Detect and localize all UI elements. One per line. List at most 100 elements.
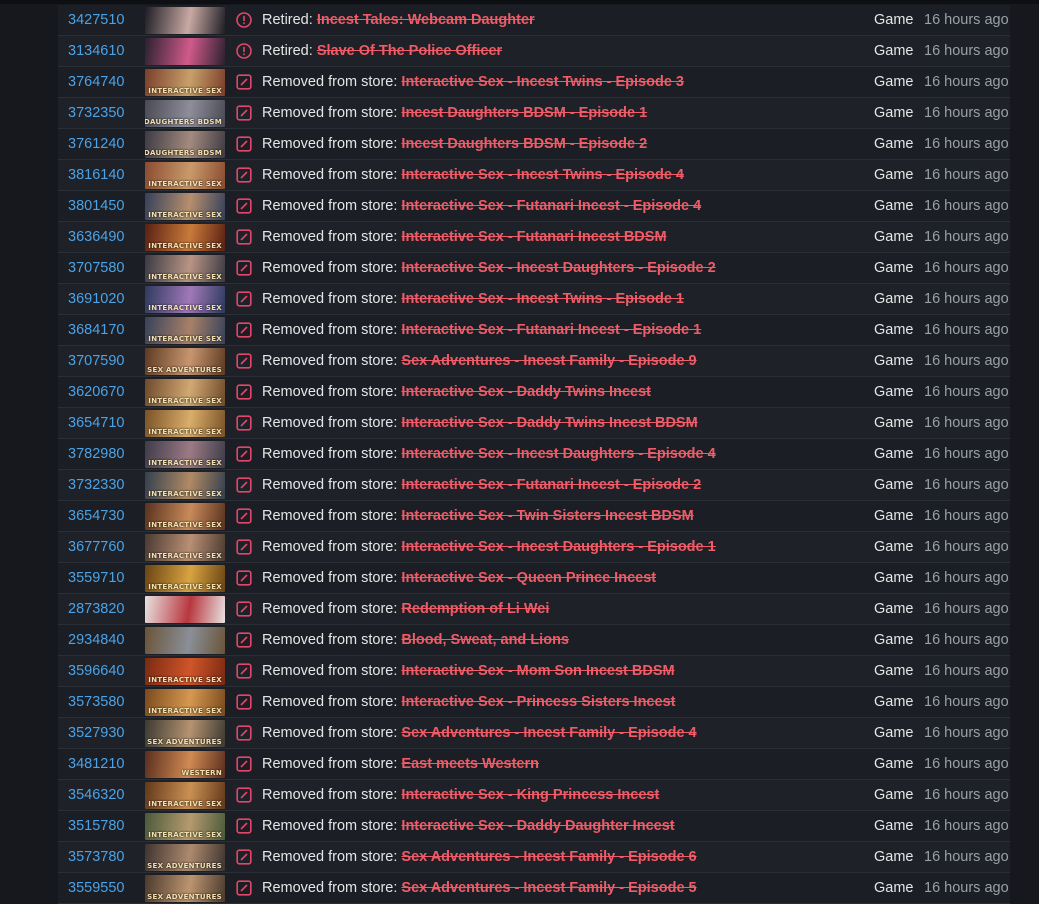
game-name-link[interactable]: Sex Adventures - Incest Family - Episode…	[401, 353, 696, 369]
game-thumbnail[interactable]: SEX ADVENTURES	[145, 720, 225, 747]
timestamp: 16 hours ago	[924, 539, 1009, 555]
app-id-link[interactable]: 3782980	[68, 439, 144, 469]
app-id-link[interactable]: 3654730	[68, 501, 144, 531]
game-thumbnail[interactable]: INTERACTIVE SEX	[145, 689, 225, 716]
game-thumbnail[interactable]: INTERACTIVE SEX	[145, 472, 225, 499]
app-id-link[interactable]: 3764740	[68, 67, 144, 97]
game-name-link[interactable]: Interactive Sex - Incest Daughters - Epi…	[401, 260, 715, 276]
game-thumbnail[interactable]	[145, 7, 225, 34]
game-name-link[interactable]: Interactive Sex - Daddy Daughter Incest	[401, 818, 674, 834]
game-thumbnail[interactable]: SEX ADVENTURES	[145, 875, 225, 902]
game-name-link[interactable]: Redemption of Li Wei	[401, 601, 549, 617]
game-thumbnail[interactable]: SEX ADVENTURES	[145, 844, 225, 871]
thumbnail-caption: INTERACTIVE SEX	[148, 335, 222, 343]
game-name-link[interactable]: Interactive Sex - Daddy Twins Incest BDS…	[401, 415, 697, 431]
game-thumbnail[interactable]: INTERACTIVE SEX	[145, 813, 225, 840]
game-name-link[interactable]: Interactive Sex - Twin Sisters Incest BD…	[401, 508, 693, 524]
game-thumbnail[interactable]: INTERACTIVE SEX	[145, 379, 225, 406]
game-thumbnail[interactable]: INCEST DAUGHTERS BDSM	[145, 131, 225, 158]
game-thumbnail[interactable]: INTERACTIVE SEX	[145, 565, 225, 592]
change-description: Removed from store: Incest Daughters BDS…	[262, 98, 862, 128]
game-name-link[interactable]: Interactive Sex - Incest Daughters - Epi…	[401, 446, 715, 462]
app-id-link[interactable]: 2873820	[68, 594, 144, 624]
game-name-link[interactable]: Interactive Sex - Incest Twins - Episode…	[401, 291, 684, 307]
game-name-link[interactable]: Interactive Sex - Princess Sisters Inces…	[401, 694, 675, 710]
game-name-link[interactable]: Interactive Sex - Futanari Incest BDSM	[401, 229, 666, 245]
app-type: Game	[874, 43, 914, 59]
game-thumbnail[interactable]: WESTERN	[145, 751, 225, 778]
game-name-link[interactable]: Interactive Sex - Incest Twins - Episode…	[401, 74, 684, 90]
thumbnail-caption: WESTERN	[181, 769, 222, 777]
app-id-link[interactable]: 3654710	[68, 408, 144, 438]
game-name-link[interactable]: Interactive Sex - Queen Prince Incest	[401, 570, 656, 586]
game-name-link[interactable]: Incest Tales: Webcam Daughter	[317, 12, 535, 28]
app-id-link[interactable]: 3515780	[68, 811, 144, 841]
game-thumbnail[interactable]	[145, 38, 225, 65]
game-thumbnail[interactable]: INTERACTIVE SEX	[145, 224, 225, 251]
game-name-link[interactable]: Sex Adventures - Incest Family - Episode…	[401, 725, 696, 741]
game-name-link[interactable]: Interactive Sex - Futanari Incest - Epis…	[401, 322, 701, 338]
game-thumbnail[interactable]: INTERACTIVE SEX	[145, 534, 225, 561]
game-thumbnail[interactable]: INTERACTIVE SEX	[145, 782, 225, 809]
game-name-link[interactable]: Blood, Sweat, and Lions	[401, 632, 569, 648]
game-name-link[interactable]: Interactive Sex - Futanari Incest - Epis…	[401, 198, 701, 214]
app-id-link[interactable]: 3620670	[68, 377, 144, 407]
app-id-link[interactable]: 3761240	[68, 129, 144, 159]
game-name-link[interactable]: Incest Daughters BDSM - Episode 1	[401, 105, 647, 121]
app-id-link[interactable]: 3732350	[68, 98, 144, 128]
game-name-link[interactable]: Interactive Sex - Futanari Incest - Epis…	[401, 477, 701, 493]
game-thumbnail[interactable]	[145, 596, 225, 623]
app-id-link[interactable]: 3573580	[68, 687, 144, 717]
game-name-link[interactable]: Slave Of The Police Officer	[317, 43, 502, 59]
app-id-link[interactable]: 3691020	[68, 284, 144, 314]
app-id-link[interactable]: 3527930	[68, 718, 144, 748]
game-thumbnail[interactable]: INTERACTIVE SEX	[145, 193, 225, 220]
game-thumbnail[interactable]: INTERACTIVE SEX	[145, 255, 225, 282]
game-name-link[interactable]: Sex Adventures - Incest Family - Episode…	[401, 880, 696, 896]
game-thumbnail[interactable]: INTERACTIVE SEX	[145, 69, 225, 96]
app-id-link[interactable]: 3707590	[68, 346, 144, 376]
app-id-link[interactable]: 3677760	[68, 532, 144, 562]
game-name-link[interactable]: Interactive Sex - Incest Daughters - Epi…	[401, 539, 715, 555]
game-name-link[interactable]: East meets Western	[401, 756, 539, 772]
game-name-link[interactable]: Incest Daughters BDSM - Episode 2	[401, 136, 647, 152]
game-thumbnail[interactable]: INTERACTIVE SEX	[145, 162, 225, 189]
timestamp: 16 hours ago	[924, 632, 1009, 648]
app-id-link[interactable]: 3559710	[68, 563, 144, 593]
app-id-link[interactable]: 3546320	[68, 780, 144, 810]
app-id-link[interactable]: 3801450	[68, 191, 144, 221]
table-row: 3481210 WESTERN Removed from store: East…	[58, 749, 1010, 780]
game-thumbnail[interactable]: INTERACTIVE SEX	[145, 410, 225, 437]
table-row: 3801450 INTERACTIVE SEX Removed from sto…	[58, 191, 1010, 222]
game-name-link[interactable]: Interactive Sex - Daddy Twins Incest	[401, 384, 651, 400]
app-id-link[interactable]: 3707580	[68, 253, 144, 283]
change-description: Removed from store: Interactive Sex - Qu…	[262, 563, 862, 593]
game-name-link[interactable]: Sex Adventures - Incest Family - Episode…	[401, 849, 696, 865]
change-description: Removed from store: Sex Adventures - Inc…	[262, 718, 862, 748]
app-id-link[interactable]: 3559550	[68, 873, 144, 903]
app-id-link[interactable]: 3427510	[68, 5, 144, 35]
app-id-link[interactable]: 3684170	[68, 315, 144, 345]
game-thumbnail[interactable]: INTERACTIVE SEX	[145, 317, 225, 344]
app-id-link[interactable]: 3816140	[68, 160, 144, 190]
game-thumbnail[interactable]: INTERACTIVE SEX	[145, 658, 225, 685]
app-id-link[interactable]: 3596640	[68, 656, 144, 686]
change-type-label: Removed from store:	[262, 229, 398, 245]
app-id-link[interactable]: 3732330	[68, 470, 144, 500]
app-id-link[interactable]: 2934840	[68, 625, 144, 655]
game-thumbnail[interactable]: INTERACTIVE SEX	[145, 286, 225, 313]
game-thumbnail[interactable]: INTERACTIVE SEX	[145, 441, 225, 468]
app-id-link[interactable]: 3636490	[68, 222, 144, 252]
game-name-link[interactable]: Interactive Sex - Incest Twins - Episode…	[401, 167, 684, 183]
game-thumbnail[interactable]: INCEST DAUGHTERS BDSM	[145, 100, 225, 127]
game-thumbnail[interactable]: INTERACTIVE SEX	[145, 503, 225, 530]
app-id-link[interactable]: 3134610	[68, 36, 144, 66]
thumbnail-caption: SEX ADVENTURES	[147, 862, 222, 870]
app-id-link[interactable]: 3481210	[68, 749, 144, 779]
game-thumbnail[interactable]	[145, 627, 225, 654]
game-name-link[interactable]: Interactive Sex - King Princess Incest	[401, 787, 659, 803]
game-name-link[interactable]: Interactive Sex - Mom Son Incest BDSM	[401, 663, 674, 679]
app-id-link[interactable]: 3573780	[68, 842, 144, 872]
game-thumbnail[interactable]: SEX ADVENTURES	[145, 348, 225, 375]
timestamp: 16 hours ago	[924, 446, 1009, 462]
